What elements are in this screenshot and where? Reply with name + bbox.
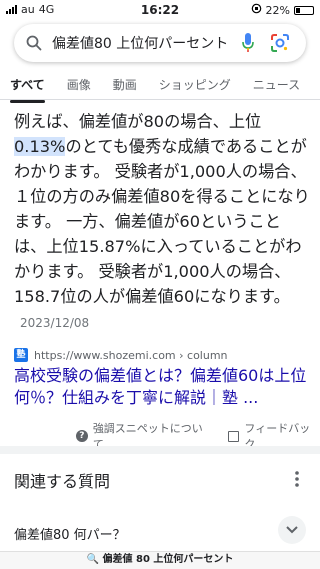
site-favicon: 塾 xyxy=(14,348,28,362)
mic-icon[interactable] xyxy=(242,33,254,53)
result-title-link[interactable]: 高校受験の偏差値とは？偏差値60は上位何％？仕組みを丁寧に解説｜塾 ... xyxy=(14,365,310,409)
status-bar: au 4G 16:22 22% xyxy=(0,0,320,20)
expand-question-button[interactable] xyxy=(278,516,306,544)
tab-images[interactable]: 画像 xyxy=(67,72,91,98)
search-box[interactable]: 偏差値80 上位何パーセント xyxy=(14,24,306,62)
status-right: 22% xyxy=(251,3,314,17)
search-icon[interactable] xyxy=(26,35,42,51)
snippet-highlight: 0.13% xyxy=(14,137,66,156)
lock-search-icon: 🔍 xyxy=(86,554,100,565)
tab-videos[interactable]: 動画 xyxy=(113,72,137,98)
snippet-date: 2023/12/08 xyxy=(20,316,90,330)
search-tabs: すべて 画像 動画 ショッピング ニュース xyxy=(0,72,320,103)
tab-all[interactable]: すべて xyxy=(10,72,45,103)
section-divider xyxy=(0,446,320,454)
tab-shopping[interactable]: ショッピング xyxy=(159,72,231,98)
help-icon[interactable]: ? xyxy=(76,430,88,442)
snippet-text-before: 例えば、偏差値が80の場合、上位 xyxy=(14,112,262,131)
result-source[interactable]: 塾 https://www.shozemi.com › column xyxy=(14,348,228,362)
search-query[interactable]: 偏差値80 上位何パーセント xyxy=(52,33,227,53)
feedback-icon[interactable] xyxy=(227,430,240,442)
tab-news[interactable]: ニュース xyxy=(253,72,300,98)
address-text[interactable]: 偏差値 80 上位何パーセント xyxy=(103,554,234,565)
snippet-text-after: のとても優秀な成績であることがわかります。 受験者が1,000人の場合、１位の方… xyxy=(14,137,310,306)
related-question-item[interactable]: 偏差値80 何パー？ xyxy=(14,524,126,543)
featured-snippet: 例えば、偏差値が80の場合、上位 0.13%のとても優秀な成績であることがわかりま… xyxy=(14,109,310,336)
tabs-divider xyxy=(0,99,320,100)
chevron-down-icon xyxy=(286,526,298,534)
battery-percent: 22% xyxy=(265,3,290,17)
battery-fill xyxy=(296,7,300,13)
more-vert-icon[interactable] xyxy=(288,470,306,488)
battery-icon xyxy=(294,5,314,15)
orientation-lock-icon xyxy=(251,3,262,17)
related-questions-title: 関連する質問 xyxy=(14,472,111,491)
source-url[interactable]: https://www.shozemi.com › column xyxy=(34,349,228,362)
browser-address-bar[interactable]: 🔍 偏差値 80 上位何パーセント xyxy=(0,551,320,569)
google-lens-icon[interactable] xyxy=(270,33,290,53)
